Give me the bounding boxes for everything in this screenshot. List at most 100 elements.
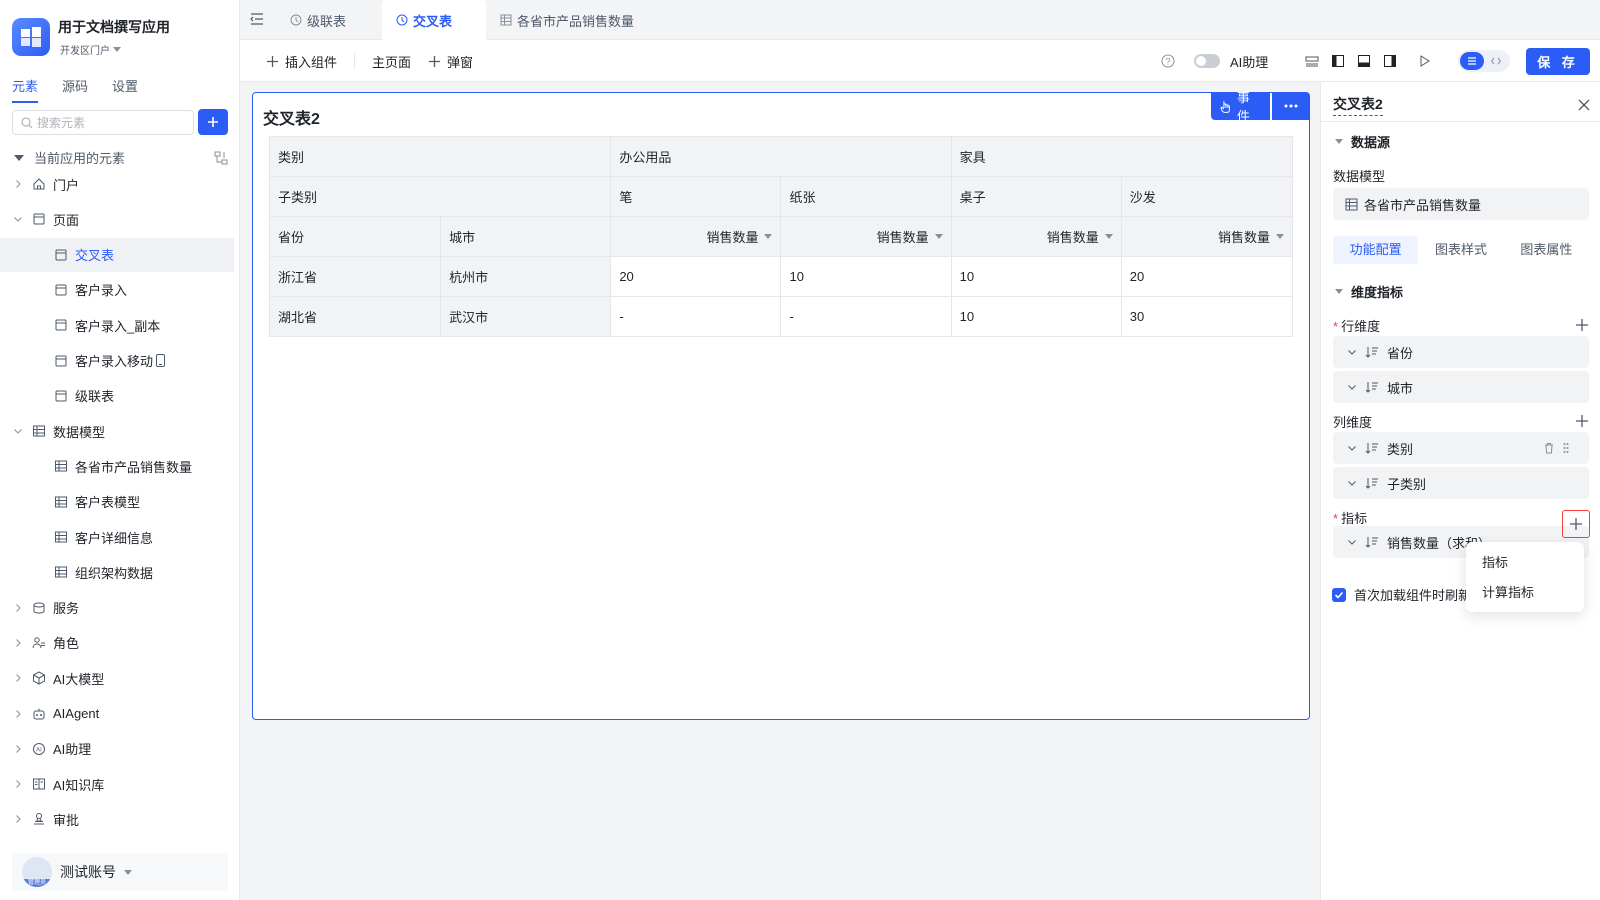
measure-header[interactable]: 销售数量 — [610, 216, 782, 257]
popup-button[interactable]: 弹窗 — [428, 40, 473, 82]
crosstab-component[interactable]: 交叉表2 事件 类别 办公用品 家具 子类别 笔 纸张 桌子 沙发 省份 城市 … — [252, 90, 1310, 720]
tree-header-label: 当前应用的元素 — [34, 151, 126, 166]
chevron-right-icon[interactable] — [12, 708, 24, 720]
tab-crosstab[interactable]: 交叉表 — [382, 0, 486, 40]
measure-header[interactable]: 销售数量 — [780, 216, 952, 257]
layout-icon[interactable] — [1304, 53, 1320, 69]
sidebar-item[interactable]: 客户详细信息 — [0, 520, 234, 554]
collapse-sidebar-icon[interactable] — [250, 12, 264, 26]
row-dim-item[interactable]: 城市 — [1333, 371, 1589, 403]
tab-elements[interactable]: 元素 — [12, 76, 39, 103]
field-icon — [1365, 382, 1378, 393]
add-row-dim-icon[interactable] — [1575, 318, 1589, 332]
add-metric-button[interactable] — [1562, 510, 1590, 538]
chevron-down-icon[interactable] — [12, 213, 24, 225]
tree-header[interactable]: 当前应用的元素 — [14, 148, 228, 167]
tab-cascade[interactable]: 级联表 — [276, 0, 360, 40]
sidebar-item[interactable]: 各省市产品销售数量 — [0, 449, 234, 483]
tab-chart-props[interactable]: 图表属性 — [1504, 236, 1589, 264]
sidebar-item[interactable]: 数据模型 — [0, 414, 234, 448]
sidebar-item[interactable]: AI知识库 — [0, 767, 234, 801]
plus-icon — [208, 117, 218, 127]
dropdown-item-calc-metric[interactable]: 计算指标 — [1466, 578, 1584, 608]
dropdown-item-metric[interactable]: 指标 — [1466, 548, 1584, 578]
sidebar-item[interactable]: 页面 — [0, 202, 234, 236]
panel-title[interactable]: 交叉表2 — [1333, 94, 1383, 116]
left-panel-icon[interactable] — [1330, 53, 1346, 69]
sidebar-item[interactable]: 门户 — [0, 167, 234, 201]
search-input[interactable] — [37, 115, 187, 130]
ai-assistant-toggle[interactable]: AI助理 — [1194, 40, 1268, 82]
save-button[interactable]: 保 存 — [1526, 48, 1590, 75]
sidebar-item[interactable]: AIAgent — [0, 697, 234, 731]
required-mark: * — [1333, 511, 1339, 526]
sidebar-item[interactable]: AI大模型 — [0, 661, 234, 695]
tab-function-config[interactable]: 功能配置 — [1333, 236, 1419, 264]
measure-header[interactable]: 销售数量 — [1120, 216, 1294, 257]
measure-label: 销售数量 — [876, 230, 929, 245]
col-dim-item[interactable]: 类别 — [1333, 432, 1589, 464]
bottom-panel-icon[interactable] — [1356, 53, 1372, 69]
sidebar-item[interactable]: AI AI助理 — [0, 732, 234, 766]
dimension-section[interactable]: 维度指标 — [1335, 282, 1403, 301]
sidebar-item[interactable]: 客户录入移动 — [0, 344, 234, 378]
sidebar-item[interactable]: 客户表模型 — [0, 485, 234, 519]
measure-header[interactable]: 销售数量 — [950, 216, 1122, 257]
preview-play-icon[interactable] — [1416, 53, 1432, 69]
refresh-on-load-option[interactable]: 首次加载组件时刷新 — [1332, 585, 1471, 604]
more-button[interactable] — [1272, 92, 1309, 120]
field-icon — [1365, 347, 1378, 358]
measure-label: 销售数量 — [1046, 230, 1099, 245]
sidebar-item[interactable]: 角色 — [0, 626, 234, 660]
page-icon — [54, 389, 68, 403]
row-dim-item[interactable]: 省份 — [1333, 336, 1589, 368]
event-button[interactable]: 事件 — [1211, 90, 1271, 124]
sidebar-item[interactable]: 服务 — [0, 591, 234, 625]
trash-icon[interactable] — [1543, 442, 1555, 454]
sort-caret-icon — [934, 234, 943, 239]
chevron-right-icon[interactable] — [12, 672, 24, 684]
tab-sales-model[interactable]: 各省市产品销售数量 — [486, 0, 648, 40]
checkbox[interactable] — [1332, 587, 1346, 602]
chevron-right-icon[interactable] — [12, 743, 24, 755]
app-subtitle[interactable]: 开发区门户 — [60, 42, 121, 57]
divider — [1321, 121, 1600, 122]
user-account[interactable]: 管理员 测试账号 — [12, 853, 228, 891]
help-icon[interactable]: ? — [1160, 53, 1176, 69]
header-row-category: 类别 办公用品 家具 — [268, 136, 1294, 177]
sidebar-item[interactable]: 组织架构数据 — [0, 555, 234, 589]
sidebar-item[interactable]: 级联表 — [0, 379, 234, 413]
sidebar-item[interactable]: 交叉表 — [0, 237, 234, 272]
datasource-section[interactable]: 数据源 — [1335, 132, 1390, 151]
sidebar-item-label: 服务 — [53, 601, 80, 617]
tab-chart-style[interactable]: 图表样式 — [1418, 236, 1503, 264]
view-mode-switch[interactable] — [1458, 50, 1510, 72]
measure-label: 销售数量 — [1217, 230, 1270, 245]
sidebar-item[interactable]: 客户录入 — [0, 273, 234, 307]
chevron-right-icon[interactable] — [12, 602, 24, 614]
drag-handle-icon[interactable] — [1563, 442, 1569, 454]
close-icon[interactable] — [1577, 98, 1591, 112]
ai-label: AI助理 — [1230, 54, 1269, 70]
home-page-button[interactable]: 主页面 — [372, 40, 411, 82]
tab-settings[interactable]: 设置 — [112, 76, 138, 103]
code-mode-icon[interactable] — [1484, 52, 1508, 70]
chevron-right-icon[interactable] — [12, 778, 24, 790]
chevron-right-icon[interactable] — [12, 637, 24, 649]
col-dim-item[interactable]: 子类别 — [1333, 467, 1589, 499]
sidebar-tabs: 元素 源码 设置 — [12, 76, 162, 103]
chevron-right-icon[interactable] — [12, 178, 24, 190]
right-panel-icon[interactable] — [1382, 53, 1398, 69]
chevron-down-icon[interactable] — [12, 425, 24, 437]
collapse-all-icon[interactable] — [214, 151, 228, 165]
sidebar-item[interactable]: 客户录入_副本 — [0, 308, 234, 342]
add-element-button[interactable] — [198, 109, 228, 135]
data-model-select[interactable]: 各省市产品销售数量 — [1333, 188, 1589, 220]
design-mode-icon[interactable] — [1460, 52, 1484, 70]
add-col-dim-icon[interactable] — [1575, 414, 1589, 428]
chevron-right-icon[interactable] — [12, 813, 24, 825]
toggle-switch[interactable] — [1194, 54, 1220, 68]
insert-component-button[interactable]: 插入组件 — [266, 40, 337, 82]
tab-source[interactable]: 源码 — [62, 76, 88, 103]
sidebar-item[interactable]: 审批 — [0, 802, 234, 836]
